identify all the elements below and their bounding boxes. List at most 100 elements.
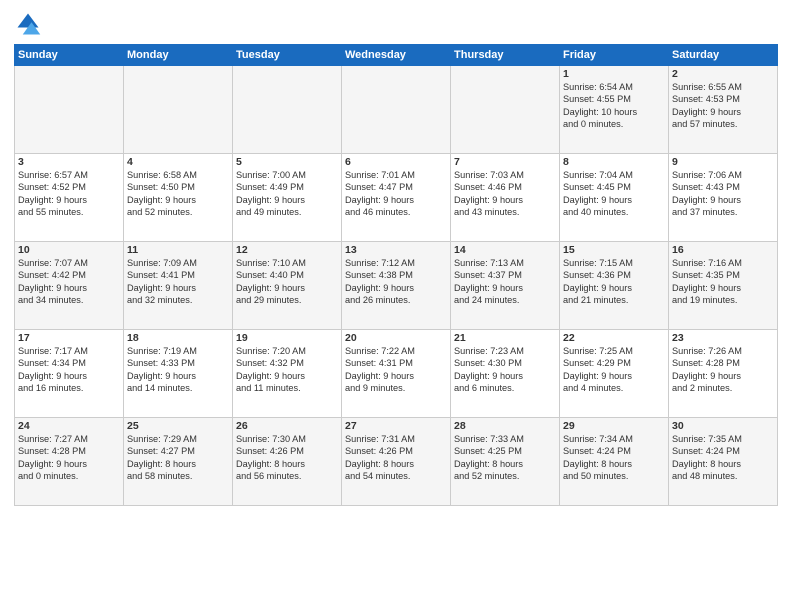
weekday-header: Thursday (451, 45, 560, 66)
calendar-cell: 20Sunrise: 7:22 AM Sunset: 4:31 PM Dayli… (342, 330, 451, 418)
day-number: 12 (236, 244, 338, 256)
day-number: 10 (18, 244, 120, 256)
day-info: Sunrise: 7:16 AM Sunset: 4:35 PM Dayligh… (672, 257, 774, 307)
calendar-table: SundayMondayTuesdayWednesdayThursdayFrid… (14, 44, 778, 506)
day-number: 29 (563, 420, 665, 432)
day-info: Sunrise: 7:01 AM Sunset: 4:47 PM Dayligh… (345, 169, 447, 219)
day-number: 17 (18, 332, 120, 344)
day-number: 18 (127, 332, 229, 344)
calendar-cell (124, 66, 233, 154)
calendar-cell: 13Sunrise: 7:12 AM Sunset: 4:38 PM Dayli… (342, 242, 451, 330)
day-number: 3 (18, 156, 120, 168)
day-number: 30 (672, 420, 774, 432)
day-info: Sunrise: 6:57 AM Sunset: 4:52 PM Dayligh… (18, 169, 120, 219)
day-number: 16 (672, 244, 774, 256)
calendar-cell: 2Sunrise: 6:55 AM Sunset: 4:53 PM Daylig… (669, 66, 778, 154)
day-number: 7 (454, 156, 556, 168)
calendar-cell: 28Sunrise: 7:33 AM Sunset: 4:25 PM Dayli… (451, 418, 560, 506)
calendar-cell: 23Sunrise: 7:26 AM Sunset: 4:28 PM Dayli… (669, 330, 778, 418)
calendar-cell (233, 66, 342, 154)
calendar-cell: 29Sunrise: 7:34 AM Sunset: 4:24 PM Dayli… (560, 418, 669, 506)
day-number: 19 (236, 332, 338, 344)
day-info: Sunrise: 6:55 AM Sunset: 4:53 PM Dayligh… (672, 81, 774, 131)
calendar-cell: 26Sunrise: 7:30 AM Sunset: 4:26 PM Dayli… (233, 418, 342, 506)
calendar-cell: 12Sunrise: 7:10 AM Sunset: 4:40 PM Dayli… (233, 242, 342, 330)
day-info: Sunrise: 7:15 AM Sunset: 4:36 PM Dayligh… (563, 257, 665, 307)
day-number: 11 (127, 244, 229, 256)
day-info: Sunrise: 7:12 AM Sunset: 4:38 PM Dayligh… (345, 257, 447, 307)
day-number: 2 (672, 68, 774, 80)
logo-icon (14, 10, 42, 38)
calendar-cell: 7Sunrise: 7:03 AM Sunset: 4:46 PM Daylig… (451, 154, 560, 242)
weekday-header: Friday (560, 45, 669, 66)
day-info: Sunrise: 7:30 AM Sunset: 4:26 PM Dayligh… (236, 433, 338, 483)
day-info: Sunrise: 7:10 AM Sunset: 4:40 PM Dayligh… (236, 257, 338, 307)
calendar-cell: 22Sunrise: 7:25 AM Sunset: 4:29 PM Dayli… (560, 330, 669, 418)
calendar-week-row: 1Sunrise: 6:54 AM Sunset: 4:55 PM Daylig… (15, 66, 778, 154)
weekday-header: Wednesday (342, 45, 451, 66)
day-info: Sunrise: 7:35 AM Sunset: 4:24 PM Dayligh… (672, 433, 774, 483)
calendar-cell: 5Sunrise: 7:00 AM Sunset: 4:49 PM Daylig… (233, 154, 342, 242)
calendar-week-row: 17Sunrise: 7:17 AM Sunset: 4:34 PM Dayli… (15, 330, 778, 418)
day-info: Sunrise: 7:34 AM Sunset: 4:24 PM Dayligh… (563, 433, 665, 483)
calendar-body: 1Sunrise: 6:54 AM Sunset: 4:55 PM Daylig… (15, 66, 778, 506)
calendar-week-row: 24Sunrise: 7:27 AM Sunset: 4:28 PM Dayli… (15, 418, 778, 506)
calendar-cell: 27Sunrise: 7:31 AM Sunset: 4:26 PM Dayli… (342, 418, 451, 506)
day-info: Sunrise: 7:27 AM Sunset: 4:28 PM Dayligh… (18, 433, 120, 483)
day-number: 14 (454, 244, 556, 256)
calendar-week-row: 10Sunrise: 7:07 AM Sunset: 4:42 PM Dayli… (15, 242, 778, 330)
day-info: Sunrise: 7:09 AM Sunset: 4:41 PM Dayligh… (127, 257, 229, 307)
weekday-header: Monday (124, 45, 233, 66)
day-info: Sunrise: 7:04 AM Sunset: 4:45 PM Dayligh… (563, 169, 665, 219)
day-info: Sunrise: 7:29 AM Sunset: 4:27 PM Dayligh… (127, 433, 229, 483)
calendar-cell: 15Sunrise: 7:15 AM Sunset: 4:36 PM Dayli… (560, 242, 669, 330)
day-info: Sunrise: 6:54 AM Sunset: 4:55 PM Dayligh… (563, 81, 665, 131)
logo (14, 10, 46, 38)
day-number: 24 (18, 420, 120, 432)
day-number: 5 (236, 156, 338, 168)
day-info: Sunrise: 7:17 AM Sunset: 4:34 PM Dayligh… (18, 345, 120, 395)
day-info: Sunrise: 6:58 AM Sunset: 4:50 PM Dayligh… (127, 169, 229, 219)
day-info: Sunrise: 7:26 AM Sunset: 4:28 PM Dayligh… (672, 345, 774, 395)
day-number: 21 (454, 332, 556, 344)
day-info: Sunrise: 7:19 AM Sunset: 4:33 PM Dayligh… (127, 345, 229, 395)
calendar-cell: 30Sunrise: 7:35 AM Sunset: 4:24 PM Dayli… (669, 418, 778, 506)
calendar-cell: 21Sunrise: 7:23 AM Sunset: 4:30 PM Dayli… (451, 330, 560, 418)
calendar-cell: 9Sunrise: 7:06 AM Sunset: 4:43 PM Daylig… (669, 154, 778, 242)
day-info: Sunrise: 7:31 AM Sunset: 4:26 PM Dayligh… (345, 433, 447, 483)
weekday-header: Sunday (15, 45, 124, 66)
day-number: 26 (236, 420, 338, 432)
calendar-cell: 19Sunrise: 7:20 AM Sunset: 4:32 PM Dayli… (233, 330, 342, 418)
day-number: 25 (127, 420, 229, 432)
day-info: Sunrise: 7:23 AM Sunset: 4:30 PM Dayligh… (454, 345, 556, 395)
calendar-week-row: 3Sunrise: 6:57 AM Sunset: 4:52 PM Daylig… (15, 154, 778, 242)
calendar-cell: 10Sunrise: 7:07 AM Sunset: 4:42 PM Dayli… (15, 242, 124, 330)
calendar-cell: 16Sunrise: 7:16 AM Sunset: 4:35 PM Dayli… (669, 242, 778, 330)
day-number: 13 (345, 244, 447, 256)
calendar-cell (451, 66, 560, 154)
day-number: 6 (345, 156, 447, 168)
day-info: Sunrise: 7:03 AM Sunset: 4:46 PM Dayligh… (454, 169, 556, 219)
day-info: Sunrise: 7:20 AM Sunset: 4:32 PM Dayligh… (236, 345, 338, 395)
calendar-cell: 17Sunrise: 7:17 AM Sunset: 4:34 PM Dayli… (15, 330, 124, 418)
day-info: Sunrise: 7:33 AM Sunset: 4:25 PM Dayligh… (454, 433, 556, 483)
day-info: Sunrise: 7:00 AM Sunset: 4:49 PM Dayligh… (236, 169, 338, 219)
calendar-cell: 1Sunrise: 6:54 AM Sunset: 4:55 PM Daylig… (560, 66, 669, 154)
day-number: 22 (563, 332, 665, 344)
weekday-header: Saturday (669, 45, 778, 66)
calendar-cell: 11Sunrise: 7:09 AM Sunset: 4:41 PM Dayli… (124, 242, 233, 330)
weekday-header: Tuesday (233, 45, 342, 66)
calendar-cell (342, 66, 451, 154)
header (14, 10, 778, 38)
calendar-cell (15, 66, 124, 154)
day-info: Sunrise: 7:25 AM Sunset: 4:29 PM Dayligh… (563, 345, 665, 395)
day-info: Sunrise: 7:13 AM Sunset: 4:37 PM Dayligh… (454, 257, 556, 307)
calendar-cell: 25Sunrise: 7:29 AM Sunset: 4:27 PM Dayli… (124, 418, 233, 506)
day-info: Sunrise: 7:06 AM Sunset: 4:43 PM Dayligh… (672, 169, 774, 219)
day-number: 20 (345, 332, 447, 344)
day-number: 27 (345, 420, 447, 432)
calendar-cell: 3Sunrise: 6:57 AM Sunset: 4:52 PM Daylig… (15, 154, 124, 242)
day-number: 28 (454, 420, 556, 432)
calendar-cell: 24Sunrise: 7:27 AM Sunset: 4:28 PM Dayli… (15, 418, 124, 506)
day-number: 4 (127, 156, 229, 168)
